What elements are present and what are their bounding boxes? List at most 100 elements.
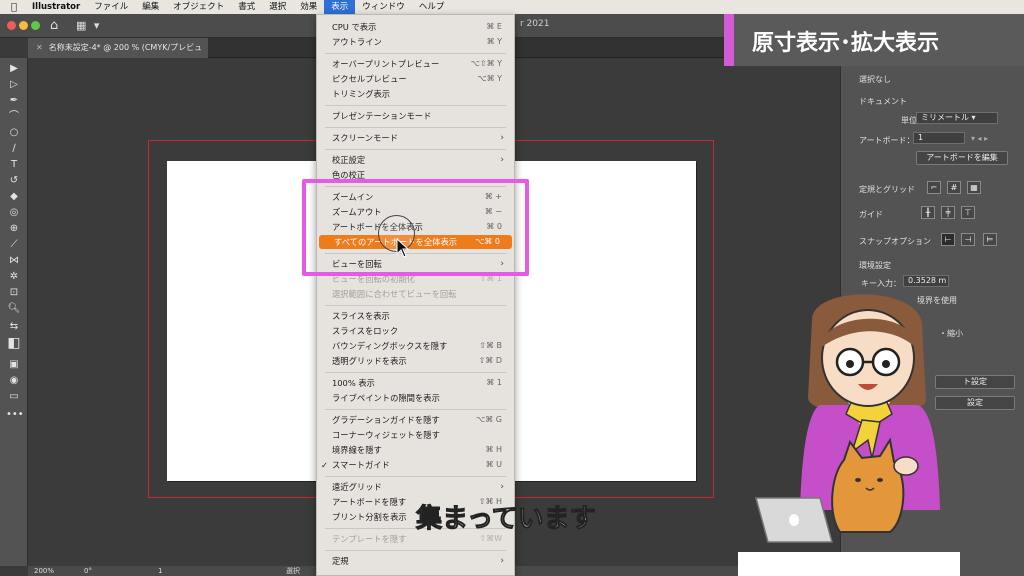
menu-item-label: アウトライン — [332, 37, 382, 47]
view-menu-item[interactable]: プレゼンテーションモード — [317, 109, 514, 123]
menu-item-label: プレゼンテーションモード — [332, 111, 432, 121]
zoom-level[interactable]: 200% — [34, 566, 54, 576]
tutorial-title-card: 原寸表示･拡大表示 — [724, 14, 1024, 66]
view-menu-item[interactable]: ✓ スマートガイド ⌘ U — [317, 458, 514, 472]
menu-view[interactable]: 表示 — [324, 0, 356, 14]
submenu-chevron-icon: › — [500, 133, 504, 143]
menu-help[interactable]: ヘルプ — [412, 0, 452, 14]
menu-item-label: コーナーウィジェットを隠す — [332, 430, 440, 440]
menu-type[interactable]: 書式 — [231, 0, 262, 14]
direct-selection-tool-icon[interactable]: ▷ — [6, 78, 22, 92]
menu-edit[interactable]: 編集 — [135, 0, 166, 14]
menu-item-shortcut: ⇧⌘ B — [479, 341, 502, 350]
menu-illustrator[interactable]: Illustrator — [28, 0, 87, 14]
menu-item-label: 透明グリッドを表示 — [332, 356, 407, 366]
rulers-icon[interactable]: ⌐ — [927, 181, 941, 194]
artboard-number[interactable]: 1 — [158, 566, 162, 576]
menu-item-shortcut: ⌘ 1 — [486, 378, 502, 387]
pen-tool-icon[interactable]: ✒ — [6, 94, 22, 108]
view-menu-item[interactable]: CPU で表示 ⌘ E — [317, 20, 514, 34]
apple-icon[interactable]:  — [0, 2, 28, 13]
transparency-grid-icon[interactable]: ▦ — [967, 181, 981, 194]
menu-item-shortcut: ⇧⌘ D — [478, 356, 502, 365]
view-menu-item[interactable]: スクリーンモード › — [317, 131, 514, 145]
rotation-value[interactable]: 0° — [84, 566, 92, 576]
snap-point-icon[interactable]: ⊢ — [941, 233, 955, 246]
close-tab-icon[interactable]: ✕ — [36, 43, 43, 52]
warp-tool-icon[interactable]: ◎ — [6, 206, 22, 220]
snap-pixel-icon[interactable]: ⊣ — [961, 233, 975, 246]
snap-glyph-icon[interactable]: ⊨ — [983, 233, 997, 246]
selection-tool-icon[interactable]: ▶ — [6, 62, 22, 76]
snap-options-heading: スナップオプション — [859, 237, 931, 246]
color-mode-icon[interactable]: ▣ — [6, 358, 22, 372]
document-heading: ドキュメント — [859, 97, 907, 106]
menu-item-label: 遠近グリッド — [332, 482, 382, 492]
zoom-tool-icon[interactable]: 🔍︎ — [6, 302, 22, 316]
menu-window[interactable]: ウィンドウ — [355, 0, 412, 14]
view-menu-item[interactable]: 境界線を隠す ⌘ H — [317, 443, 514, 457]
view-menu-item: 選択範囲に合わせてビューを回転 — [317, 287, 514, 301]
minimize-window-button[interactable] — [19, 21, 28, 30]
menu-item-label: 校正設定 — [332, 155, 366, 165]
menu-file[interactable]: ファイル — [87, 0, 135, 14]
view-menu-item[interactable]: 100% 表示 ⌘ 1 — [317, 376, 514, 390]
lock-guides-icon[interactable]: ╪ — [941, 206, 955, 219]
close-window-button[interactable] — [7, 21, 16, 30]
document-tab[interactable]: ✕名称未設定-4* @ 200 % (CMYK/プレビュー) — [28, 38, 208, 72]
view-menu-item[interactable]: ピクセルプレビュー ⌥⌘ Y — [317, 72, 514, 86]
view-menu-item[interactable]: 透明グリッドを表示 ⇧⌘ D — [317, 354, 514, 368]
status-selection: 選択 — [286, 567, 300, 575]
more-tools-icon[interactable]: ••• — [6, 408, 24, 422]
menu-item-label: トリミング表示 — [332, 89, 391, 99]
draw-mode-icon[interactable]: ◉ — [6, 374, 22, 388]
view-menu-item[interactable]: スライスをロック — [317, 324, 514, 338]
menu-separator — [325, 550, 506, 551]
make-guides-icon[interactable]: ⊤ — [961, 206, 975, 219]
view-menu-item[interactable]: 校正設定 › — [317, 153, 514, 167]
view-menu-item[interactable]: スライスを表示 — [317, 309, 514, 323]
paintbrush-tool-icon[interactable]: ∕ — [6, 142, 22, 156]
view-menu-item[interactable]: オーバープリントプレビュー ⌥⇧⌘ Y — [317, 57, 514, 71]
view-menu-item[interactable]: トリミング表示 — [317, 87, 514, 101]
units-select[interactable]: ミリメートル ▾ — [916, 112, 998, 124]
rotate-tool-icon[interactable]: ↺ — [6, 174, 22, 188]
artboard-tool-icon[interactable]: ⊡ — [6, 286, 22, 300]
menu-separator — [325, 149, 506, 150]
eraser-tool-icon[interactable]: ◆ — [6, 190, 22, 204]
swap-colors-icon[interactable]: ⇆ — [6, 320, 22, 334]
view-menu-item[interactable]: 遠近グリッド › — [317, 480, 514, 494]
view-menu-item[interactable]: ライブペイントの隙間を表示 — [317, 391, 514, 405]
workspace-layout-icon[interactable]: ▦ ▾ — [76, 19, 101, 32]
menu-item-label: 定規 — [332, 556, 349, 566]
menu-item-shortcut: ⌥⇧⌘ Y — [470, 59, 502, 68]
ellipse-tool-icon[interactable]: ○ — [6, 126, 22, 140]
submenu-chevron-icon: › — [500, 155, 504, 165]
menu-effect[interactable]: 効果 — [293, 0, 324, 14]
symbol-sprayer-tool-icon[interactable]: ✲ — [6, 270, 22, 284]
view-menu-item[interactable]: 定規 › — [317, 554, 514, 568]
menu-separator — [325, 409, 506, 410]
edit-artboard-button[interactable]: アートボードを編集 — [916, 151, 1008, 165]
zoom-window-button[interactable] — [31, 21, 40, 30]
eyedropper-tool-icon[interactable]: ⟋ — [6, 238, 22, 252]
view-menu-item[interactable]: バウンディングボックスを隠す ⇧⌘ B — [317, 339, 514, 353]
grid-icon[interactable]: # — [947, 181, 961, 194]
home-icon[interactable]: ⌂ — [50, 18, 58, 33]
menu-separator — [325, 105, 506, 106]
view-menu-item[interactable]: グラデーションガイドを隠す ⌥⌘ G — [317, 413, 514, 427]
menu-select[interactable]: 選択 — [262, 0, 293, 14]
type-tool-icon[interactable]: T — [6, 158, 22, 172]
view-menu-item[interactable]: アウトライン ⌘ Y — [317, 35, 514, 49]
show-guides-icon[interactable]: ╫ — [921, 206, 935, 219]
shape-builder-tool-icon[interactable]: ⊕ — [6, 222, 22, 236]
fill-stroke-icon[interactable]: ◧ — [6, 336, 22, 350]
artboard-select[interactable]: 1 — [913, 132, 965, 144]
blend-tool-icon[interactable]: ⋈ — [6, 254, 22, 268]
curvature-tool-icon[interactable]: ⌒ — [6, 110, 22, 124]
view-menu-item[interactable]: コーナーウィジェットを隠す — [317, 428, 514, 442]
preferences-heading: 環境設定 — [859, 261, 891, 270]
screen-mode-icon[interactable]: ▭ — [6, 390, 22, 404]
menu-object[interactable]: オブジェクト — [166, 0, 231, 14]
artboard-nav-icon[interactable]: ▾ ◂ ▸ — [971, 134, 988, 143]
